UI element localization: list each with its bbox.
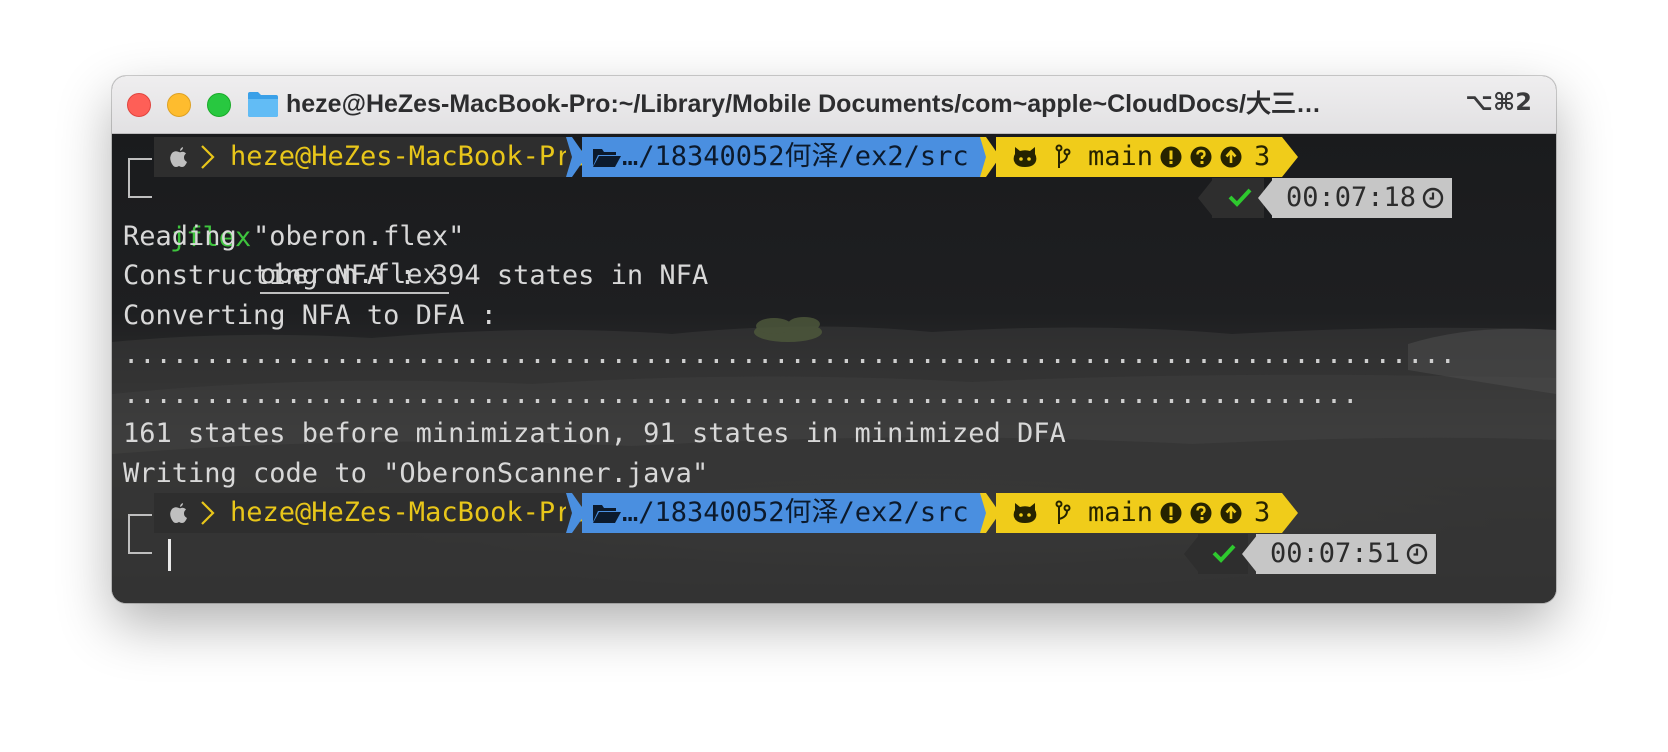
ahead-count: 3: [1254, 141, 1271, 172]
progress-dots: ........................................…: [123, 339, 1456, 370]
status-segment: [1198, 534, 1248, 574]
time-segment: 00:07:51: [1256, 534, 1436, 574]
output-line: Writing code to "OberonScanner.java": [123, 458, 709, 489]
output-line: Reading "oberon.flex": [123, 221, 465, 252]
check-icon: [1212, 544, 1236, 563]
folder-open-icon: [593, 149, 621, 167]
output-line: Converting NFA to DFA :: [123, 300, 497, 331]
status-segment: [1212, 178, 1264, 218]
github-icon: [1013, 503, 1037, 523]
terminal-window: heze@HeZes-MacBook-Pro:~/Library/Mobile …: [112, 76, 1556, 603]
chevron-right-icon: [201, 501, 215, 525]
terminal-content[interactable]: heze@HeZes-MacBook-Pro …/18340052何泽/ex2/…: [112, 134, 1556, 603]
time-segment: 00:07:18: [1272, 178, 1452, 218]
git-segment: main 3: [996, 493, 1282, 533]
window-title: heze@HeZes-MacBook-Pro:~/Library/Mobile …: [286, 90, 1321, 118]
output-line: Constructing NFA : 394 states in NFA: [123, 260, 709, 291]
user-host-label: heze@HeZes-MacBook-Pro: [230, 497, 588, 528]
git-segment: main 3: [996, 137, 1282, 177]
branch-label: main: [1088, 141, 1154, 172]
folder-icon: [248, 92, 278, 117]
clock-icon: [1406, 543, 1428, 565]
folder-open-icon: [593, 505, 621, 523]
path-label: …/18340052何泽/ex2/src: [622, 141, 969, 172]
title-bar: heze@HeZes-MacBook-Pro:~/Library/Mobile …: [112, 76, 1556, 134]
user-host-segment: heze@HeZes-MacBook-Pro: [154, 493, 588, 533]
prompt-line-2: heze@HeZes-MacBook-Pro …/18340052何泽/ex2/…: [112, 493, 1556, 533]
tab-shortcut: ⌥⌘2: [1465, 88, 1532, 116]
prompt-line-1: heze@HeZes-MacBook-Pro …/18340052何泽/ex2/…: [112, 137, 1556, 177]
clock-icon: [1422, 187, 1444, 209]
text-cursor[interactable]: [168, 539, 171, 571]
segment-arrow: [1198, 178, 1214, 218]
apple-icon: [170, 503, 187, 523]
git-branch-icon: [1055, 500, 1071, 524]
user-host-segment: heze@HeZes-MacBook-Pro: [154, 137, 588, 177]
close-button[interactable]: [127, 93, 151, 117]
apple-icon: [170, 147, 187, 167]
progress-dots: ........................................…: [123, 379, 1359, 410]
path-segment: …/18340052何泽/ex2/src: [582, 137, 986, 177]
segment-arrow: [1184, 534, 1200, 574]
user-host-label: heze@HeZes-MacBook-Pro: [230, 141, 588, 172]
path-label: …/18340052何泽/ex2/src: [622, 497, 969, 528]
output-line: 161 states before minimization, 91 state…: [123, 418, 1066, 449]
time-label: 00:07:18: [1286, 182, 1417, 213]
minimize-button[interactable]: [167, 93, 191, 117]
ahead-count: 3: [1254, 497, 1271, 528]
question-circle-icon: [1190, 502, 1212, 524]
arrow-up-circle-icon: [1220, 502, 1242, 524]
branch-label: main: [1088, 497, 1154, 528]
arrow-up-circle-icon: [1220, 146, 1242, 168]
exclamation-circle-icon: [1160, 146, 1182, 168]
git-branch-icon: [1055, 144, 1071, 168]
time-label: 00:07:51: [1270, 538, 1401, 569]
segment-end-arrow: [1282, 137, 1298, 177]
exclamation-circle-icon: [1160, 502, 1182, 524]
chevron-right-icon: [201, 145, 215, 169]
segment-end-arrow: [1282, 493, 1298, 533]
path-segment: …/18340052何泽/ex2/src: [582, 493, 986, 533]
github-icon: [1013, 147, 1037, 167]
question-circle-icon: [1190, 146, 1212, 168]
check-icon: [1228, 188, 1252, 207]
zoom-button[interactable]: [207, 93, 231, 117]
